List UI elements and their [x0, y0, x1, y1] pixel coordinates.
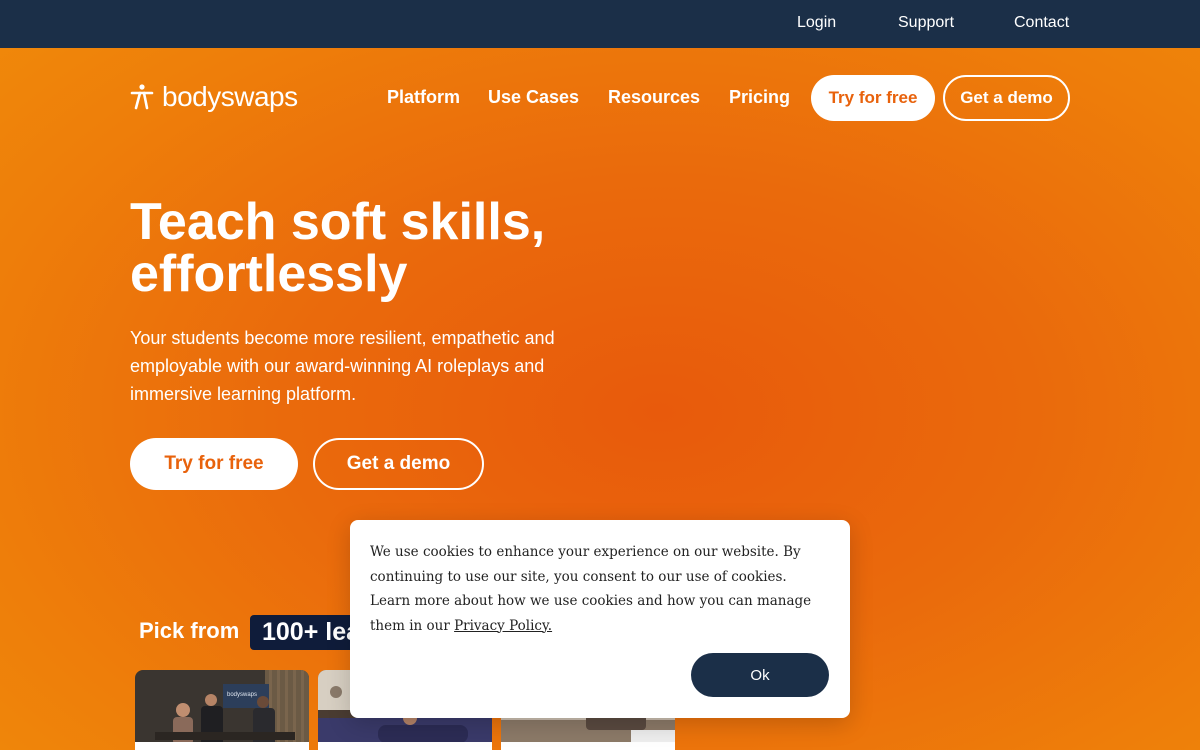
nav-pricing[interactable]: Pricing	[729, 87, 790, 108]
figure-logo-icon	[130, 84, 154, 110]
cookie-message: We use cookies to enhance your experienc…	[370, 540, 830, 638]
cookie-text: We use cookies to enhance your experienc…	[370, 544, 812, 634]
nav-get-demo-button[interactable]: Get a demo	[943, 75, 1070, 121]
nav-use-cases[interactable]: Use Cases	[488, 87, 579, 108]
hero-title-line1: Teach soft skills,	[130, 193, 546, 251]
nav-platform[interactable]: Platform	[387, 87, 460, 108]
contact-link[interactable]: Contact	[1014, 14, 1069, 32]
thumbnail-caption-bar	[318, 742, 492, 750]
privacy-policy-link[interactable]: Privacy Policy.	[454, 618, 552, 634]
top-utility-bar: Login Support Contact	[0, 0, 1200, 48]
hero-title-line2: effortlessly	[130, 245, 408, 303]
support-link[interactable]: Support	[898, 14, 954, 32]
cookie-ok-button[interactable]: Ok	[691, 653, 829, 697]
thumbnail-caption-bar	[501, 742, 675, 750]
scenario-thumbnail-office[interactable]: bodyswaps	[135, 670, 309, 750]
cookie-consent-dialog: We use cookies to enhance your experienc…	[350, 520, 850, 718]
office-scene-image	[135, 670, 309, 750]
nav-resources[interactable]: Resources	[608, 87, 700, 108]
bodyswaps-logo[interactable]: bodyswaps	[130, 80, 298, 114]
logo-text: bodyswaps	[162, 81, 298, 112]
login-link[interactable]: Login	[797, 14, 836, 32]
hero-try-free-button[interactable]: Try for free	[130, 438, 298, 490]
nav-try-free-button[interactable]: Try for free	[811, 75, 935, 121]
pick-from-label: Pick from	[139, 618, 240, 643]
office-screen-text: bodyswaps	[227, 692, 258, 698]
thumbnail-caption-bar	[135, 742, 309, 750]
hero-get-demo-button[interactable]: Get a demo	[313, 438, 484, 490]
hero-title: Teach soft skills, effortlessly	[130, 196, 690, 300]
hero-subtitle: Your students become more resilient, emp…	[130, 328, 555, 404]
